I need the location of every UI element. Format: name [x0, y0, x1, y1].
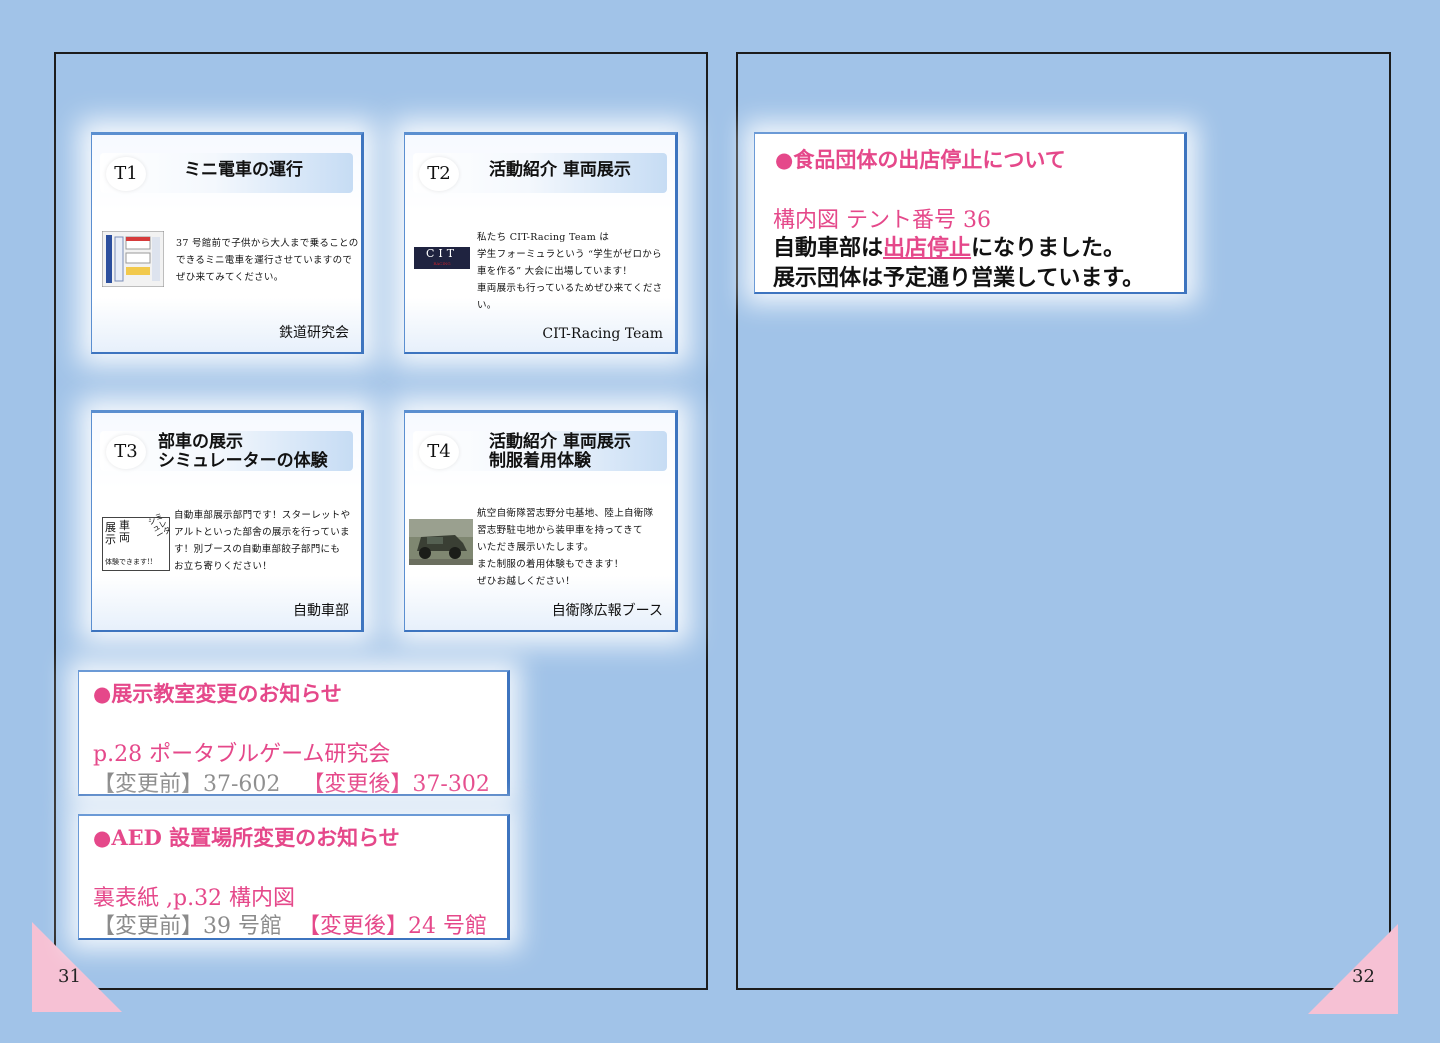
card-organizer: 自動車部 [293, 603, 349, 619]
card-description: 自動車部展示部門です！スターレットや アルトといった部舎の展示を行っていま す！… [174, 510, 351, 572]
page-number-left: 31 [58, 966, 81, 987]
mini-train-sign-icon [102, 231, 164, 287]
armored-vehicle-photo-icon [409, 519, 473, 565]
card-code: T2 [419, 157, 459, 191]
notice-heading: ●食品団体の出店停止について [775, 147, 1066, 172]
notice-body-line: 展示団体は予定通り営業しています。 [773, 265, 1145, 291]
card-title: ミニ電車の運行 [184, 160, 303, 180]
notice-aed-change: ●AED 設置場所変更のお知らせ 裏表紙 ,p.32 構内図 【変更前】39 号… [78, 814, 510, 940]
card-code: T4 [419, 435, 459, 469]
notice-target: p.28 ポータブルゲーム研究会 [93, 742, 391, 767]
notice-classroom-change: ●展示教室変更のお知らせ p.28 ポータブルゲーム研究会 【変更前】37-60… [78, 670, 510, 797]
card-description: 私たち CIT-Racing Team は 学生フォーミュラという “学生がゼロ… [477, 232, 663, 311]
emphasis-text: 出店停止 [883, 235, 972, 261]
card-organizer: 鉄道研究会 [279, 325, 349, 341]
cit-racing-logo-icon: CIT RACING [414, 247, 470, 269]
event-card-t2: T2 活動紹介 車両展示 CIT RACING 私たち CIT-Racing T… [404, 132, 678, 354]
notice-body-line: 自動車部は出店停止になりました。 [773, 235, 1126, 261]
event-card-t1: T1 ミニ電車の運行 37 号館前で子供から大人まで乗ることの できるミニ電車を… [91, 132, 364, 354]
card-title: 活動紹介 車両展示 [489, 160, 631, 180]
notice-food-stop: ●食品団体の出店停止について 構内図 テント番号 36 自動車部は出店停止になり… [754, 132, 1187, 294]
notice-heading: ●展示教室変更のお知らせ [93, 681, 342, 706]
card-code: T1 [106, 157, 146, 191]
card-code: T3 [106, 435, 146, 469]
card-organizer: CIT-Racing Team [542, 326, 663, 342]
vehicle-exhibit-sign-icon: 展示 車両 シミュレータ 体験できます!! [102, 511, 173, 571]
notice-change-detail: 【変更前】37-602 【変更後】37-302 [93, 772, 490, 797]
card-title: 活動紹介 車両展示 制服着用体験 [489, 432, 631, 471]
page-number-right: 32 [1352, 966, 1375, 987]
notice-heading: ●AED 設置場所変更のお知らせ [93, 825, 400, 850]
card-organizer: 自衛隊広報ブース [551, 603, 663, 619]
event-card-t3: T3 部車の展示 シミュレーターの体験 展示 車両 シミュレータ 体験できます!… [91, 410, 364, 632]
card-description: 37 号館前で子供から大人まで乗ることの できるミニ電車を運行させていますので … [176, 238, 359, 283]
card-title: 部車の展示 シミュレーターの体験 [158, 432, 328, 471]
notice-change-detail: 【変更前】39 号館 【変更後】24 号館 [93, 914, 487, 939]
card-description: 航空自衛隊習志野分屯基地、陸上自衛隊 習志野駐屯地から装甲車を持ってきて いただ… [477, 508, 654, 587]
event-card-t4: T4 活動紹介 車両展示 制服着用体験 航空自衛隊習志野分屯基地、陸上自衛隊 習… [404, 410, 678, 632]
